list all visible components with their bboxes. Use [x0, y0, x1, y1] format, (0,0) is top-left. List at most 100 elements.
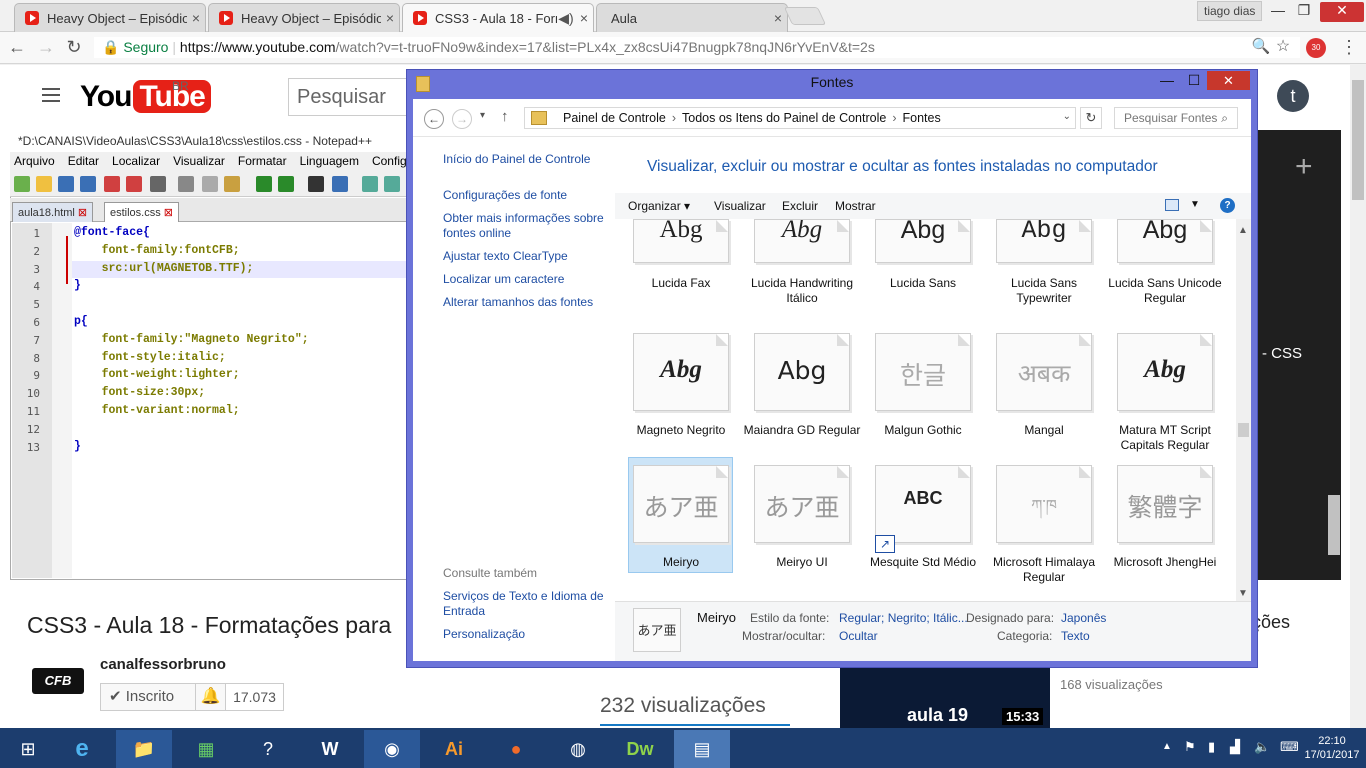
- menu-visualizar[interactable]: Visualizar: [173, 154, 225, 171]
- adblock-icon[interactable]: 30: [1306, 38, 1326, 58]
- browser-tab-1[interactable]: Heavy Object – Episódio ×: [14, 3, 206, 32]
- font-name[interactable]: Lucida Sans: [863, 276, 983, 291]
- code-line[interactable]: p{: [74, 315, 88, 328]
- font-tile[interactable]: ཀ་ཁ: [996, 465, 1092, 543]
- new-file-icon[interactable]: [14, 176, 30, 192]
- subscribe-button[interactable]: ✔ Inscrito: [100, 683, 196, 711]
- firefox-icon[interactable]: ●: [488, 730, 544, 768]
- font-name[interactable]: Lucida Sans Unicode Regular: [1105, 276, 1225, 306]
- menu-formatar[interactable]: Formatar: [238, 154, 287, 171]
- internet-explorer-icon[interactable]: e: [54, 730, 110, 768]
- bell-icon[interactable]: 🔔: [196, 683, 226, 711]
- font-tile[interactable]: ABC: [875, 465, 971, 543]
- youtube-search-input[interactable]: Pesquisar: [288, 78, 413, 116]
- link-cleartype[interactable]: Ajustar texto ClearType: [443, 249, 608, 264]
- font-tile[interactable]: 繁體字: [1117, 465, 1213, 543]
- scroll-down-icon[interactable]: ▼: [1238, 588, 1248, 599]
- chevron-down-icon[interactable]: ▼: [1190, 199, 1200, 210]
- close-tab-icon[interactable]: ⊠: [164, 207, 173, 219]
- font-name[interactable]: Maiandra GD Regular: [742, 423, 862, 438]
- paste-icon[interactable]: [224, 176, 240, 192]
- code-line[interactable]: src:url(MAGNETOB.TTF);: [74, 262, 254, 275]
- network-icon[interactable]: ▟: [1230, 739, 1240, 755]
- font-name[interactable]: Magneto Negrito: [621, 423, 741, 438]
- browser-tab-4[interactable]: Aula ×: [596, 3, 788, 32]
- visualizar-button[interactable]: Visualizar: [714, 199, 766, 213]
- font-name[interactable]: Lucida Sans Typewriter: [984, 276, 1104, 306]
- forward-icon[interactable]: →: [35, 36, 57, 58]
- search-fonts-input[interactable]: Pesquisar Fontes ⌕: [1114, 107, 1238, 129]
- close-tab-icon[interactable]: ×: [381, 10, 399, 26]
- content-scrollbar-thumb[interactable]: [1238, 423, 1249, 437]
- channel-logo[interactable]: CFB: [32, 668, 84, 694]
- code-line[interactable]: }: [74, 279, 81, 292]
- font-tile[interactable]: 한글: [875, 333, 971, 411]
- font-name[interactable]: Mangal: [984, 423, 1104, 438]
- undo-icon[interactable]: [256, 176, 272, 192]
- help-app-icon[interactable]: ?: [240, 730, 296, 768]
- font-name[interactable]: Meiryo: [621, 555, 741, 570]
- find-icon[interactable]: [308, 176, 324, 192]
- mostrar-button[interactable]: Mostrar: [835, 199, 876, 213]
- font-name[interactable]: Matura MT Script Capitals Regular: [1105, 423, 1225, 453]
- link-inicio-painel[interactable]: Início do Painel de Controle: [443, 152, 608, 167]
- link-servicos-texto[interactable]: Serviços de Texto e Idioma de Entrada: [443, 589, 608, 619]
- battery-icon[interactable]: ▮: [1208, 739, 1215, 755]
- font-tile[interactable]: Abg: [1117, 219, 1213, 263]
- breadcrumb-fontes[interactable]: Fontes: [903, 111, 941, 125]
- link-localizar-caractere[interactable]: Localizar um caractere: [443, 272, 608, 287]
- close-icon[interactable]: ✕: [1207, 71, 1250, 90]
- font-tile[interactable]: Abg: [875, 219, 971, 263]
- panel-scrollbar-thumb[interactable]: [1328, 495, 1340, 555]
- chevron-down-icon[interactable]: ⌄: [1063, 111, 1071, 122]
- maximize-icon[interactable]: ☐: [1180, 72, 1208, 89]
- code-line[interactable]: font-variant:normal;: [74, 404, 240, 417]
- back-icon[interactable]: ←: [424, 109, 444, 129]
- illustrator-icon[interactable]: Ai: [426, 730, 482, 768]
- zoom-out-icon[interactable]: [384, 176, 400, 192]
- eclipse-icon[interactable]: ◍: [550, 730, 606, 768]
- avatar[interactable]: t: [1277, 80, 1309, 112]
- plus-icon[interactable]: +: [1295, 150, 1313, 184]
- font-tile[interactable]: अबक: [996, 333, 1092, 411]
- word-icon[interactable]: W: [302, 730, 358, 768]
- notification-flag-icon[interactable]: ⚑: [1184, 739, 1196, 755]
- replace-icon[interactable]: [332, 176, 348, 192]
- font-name[interactable]: Meiryo UI: [742, 555, 862, 570]
- font-name[interactable]: Microsoft Himalaya Regular: [984, 555, 1104, 585]
- dreamweaver-icon[interactable]: Dw: [612, 730, 668, 768]
- cut-icon[interactable]: [178, 176, 194, 192]
- font-tile[interactable]: Abg: [754, 333, 850, 411]
- link-configuracoes-fonte[interactable]: Configurações de fonte: [443, 188, 608, 203]
- file-tab-estilos[interactable]: estilos.css ⊠: [104, 202, 179, 222]
- font-tile[interactable]: Abg: [754, 219, 850, 263]
- keyboard-icon[interactable]: ⌨: [1280, 739, 1299, 755]
- redo-icon[interactable]: [278, 176, 294, 192]
- open-file-icon[interactable]: [36, 176, 52, 192]
- excluir-button[interactable]: Excluir: [782, 199, 818, 213]
- font-name[interactable]: Malgun Gothic: [863, 423, 983, 438]
- hamburger-menu-icon[interactable]: [42, 88, 60, 106]
- code-line[interactable]: font-family:fontCFB;: [74, 244, 240, 257]
- menu-arquivo[interactable]: Arquivo: [14, 154, 55, 171]
- scroll-up-icon[interactable]: ▲: [1238, 225, 1248, 236]
- zoom-in-icon[interactable]: [362, 176, 378, 192]
- minimize-icon[interactable]: —: [1153, 72, 1181, 88]
- refresh-icon[interactable]: ↻: [1080, 107, 1102, 129]
- content-scrollbar[interactable]: [1236, 219, 1251, 601]
- breadcrumb[interactable]: Painel de Controle › Todos os Itens do Pai…: [524, 107, 1076, 129]
- font-tile[interactable]: Abg: [633, 333, 729, 411]
- code-line[interactable]: }: [74, 440, 81, 453]
- close-tab-icon[interactable]: ×: [187, 10, 205, 26]
- reload-icon[interactable]: ↻: [63, 36, 85, 58]
- font-tile[interactable]: Abg: [633, 219, 729, 263]
- close-tab-icon[interactable]: ×: [575, 10, 593, 26]
- tray-chevron-up-icon[interactable]: ▲: [1162, 741, 1172, 752]
- back-icon[interactable]: ←: [6, 36, 28, 58]
- link-mais-informacoes[interactable]: Obter mais informações sobre fontes onli…: [443, 211, 608, 241]
- star-icon[interactable]: ☆: [1272, 36, 1294, 58]
- font-tile[interactable]: Abg: [1117, 333, 1213, 411]
- save-icon[interactable]: [58, 176, 74, 192]
- chrome-icon[interactable]: ◉: [364, 730, 420, 768]
- font-tile[interactable]: Abg: [996, 219, 1092, 263]
